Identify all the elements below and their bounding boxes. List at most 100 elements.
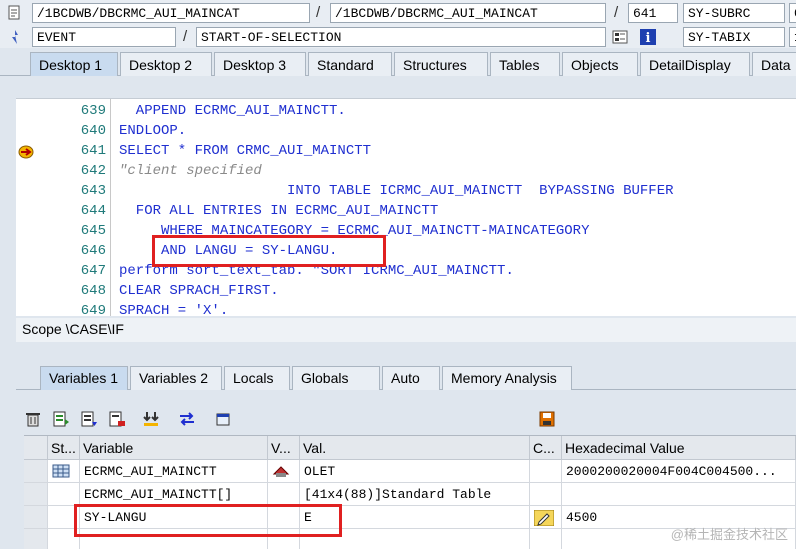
header-row-program: /1BCDWB/DBCRMC_AUI_MAINCAT / /1BCDWB/DBC… xyxy=(0,0,796,24)
line-number-field[interactable]: 641 xyxy=(628,3,678,23)
header-row-event: EVENT / START-OF-SELECTION i SY-TABIX 1 xyxy=(0,24,796,48)
tab-desktop-2[interactable]: Desktop 2 xyxy=(120,52,212,76)
line-number: 641 xyxy=(80,143,106,159)
info-icon[interactable]: i xyxy=(640,29,656,46)
gutter-divider xyxy=(110,99,111,316)
column-header-v[interactable]: V... xyxy=(268,436,300,460)
highlight-box-langu-condition xyxy=(152,235,386,267)
code-line: SPRACH = 'X'. xyxy=(119,303,229,316)
line-number: 649 xyxy=(80,303,106,316)
column-header-status[interactable]: St... xyxy=(48,436,80,460)
hex-value-cell[interactable]: 2000200020004F004C004500... xyxy=(562,460,796,483)
include-field[interactable]: /1BCDWB/DBCRMC_AUI_MAINCAT xyxy=(330,3,606,23)
separator-slash: / xyxy=(183,28,188,45)
source-code-editor[interactable]: 639 640 641 642 643 644 645 646 647 648 … xyxy=(16,98,796,316)
column-header-variable[interactable]: Variable xyxy=(80,436,268,460)
event-icon xyxy=(8,29,22,45)
desktop-tab-strip: Desktop 1 Desktop 2 Desktop 3 Standard S… xyxy=(0,50,796,76)
line-number: 645 xyxy=(80,223,106,239)
variables-tab-strip: Variables 1 Variables 2 Locals Globals A… xyxy=(16,364,796,390)
tab-detail-display[interactable]: DetailDisplay xyxy=(640,52,750,76)
column-header-value[interactable]: Val. xyxy=(300,436,530,460)
code-line: INTO TABLE ICRMC_AUI_MAINCTT BYPASSING B… xyxy=(119,183,674,199)
row-selector[interactable] xyxy=(24,529,48,549)
tab-objects[interactable]: Objects xyxy=(562,52,638,76)
code-line: SELECT * FROM CRMC_AUI_MAINCTT xyxy=(119,143,372,159)
tab-desktop-3[interactable]: Desktop 3 xyxy=(214,52,306,76)
event-name-field[interactable]: START-OF-SELECTION xyxy=(196,27,606,47)
code-line: ENDLOOP. xyxy=(119,123,187,139)
swap-icon[interactable] xyxy=(178,410,198,430)
hex-value-cell[interactable] xyxy=(562,483,796,506)
structure-view-icon[interactable] xyxy=(272,466,290,482)
program-icon xyxy=(8,5,22,21)
save-variables-icon[interactable] xyxy=(80,410,100,430)
save-icon[interactable] xyxy=(538,410,558,430)
row-selector[interactable] xyxy=(24,506,48,529)
debugger-window: /1BCDWB/DBCRMC_AUI_MAINCAT / /1BCDWB/DBC… xyxy=(0,0,796,549)
delete-icon[interactable] xyxy=(24,410,44,430)
table-status-cell xyxy=(48,460,80,483)
separator-slash: / xyxy=(614,4,619,21)
clear-variables-icon[interactable] xyxy=(108,410,128,430)
tab-data[interactable]: Data xyxy=(752,52,796,76)
column-header-select[interactable] xyxy=(24,436,48,460)
line-number: 640 xyxy=(80,123,106,139)
change-cell[interactable] xyxy=(530,506,562,529)
tab-variables-2[interactable]: Variables 2 xyxy=(130,366,222,390)
table-status-cell xyxy=(48,483,80,506)
value-type-cell[interactable] xyxy=(268,460,300,483)
sy-tabix-field[interactable]: SY-TABIX xyxy=(683,27,785,47)
tab-globals[interactable]: Globals xyxy=(292,366,380,390)
variable-name-cell[interactable]: ECRMC_AUI_MAINCTT xyxy=(80,460,268,483)
column-header-change[interactable]: C... xyxy=(530,436,562,460)
line-number: 639 xyxy=(80,103,106,119)
tab-tables[interactable]: Tables xyxy=(490,52,560,76)
empty-cell xyxy=(530,529,562,549)
column-header-hex[interactable]: Hexadecimal Value xyxy=(562,436,796,460)
watermark: @稀土掘金技术社区 xyxy=(670,527,788,542)
change-cell[interactable] xyxy=(530,483,562,506)
row-selector[interactable] xyxy=(24,483,48,506)
variable-value-cell[interactable]: OLET xyxy=(300,460,530,483)
row-selector[interactable] xyxy=(24,460,48,483)
tab-auto[interactable]: Auto xyxy=(382,366,440,390)
value-type-cell[interactable] xyxy=(268,483,300,506)
scope-label: Scope \CASE\IF xyxy=(16,318,796,342)
svg-text:i: i xyxy=(646,31,651,45)
variable-value-cell[interactable]: [41x4(88)]Standard Table xyxy=(300,483,530,506)
line-number: 642 xyxy=(80,163,106,179)
code-line-comment: "client specified xyxy=(119,163,262,179)
tab-standard[interactable]: Standard xyxy=(308,52,392,76)
tab-memory-analysis[interactable]: Memory Analysis xyxy=(442,366,572,390)
load-variables-icon[interactable] xyxy=(52,410,72,430)
tab-desktop-1[interactable]: Desktop 1 xyxy=(30,52,118,76)
separator-slash: / xyxy=(316,4,321,21)
line-number: 648 xyxy=(80,283,106,299)
current-statement-icon xyxy=(18,145,34,162)
tab-locals[interactable]: Locals xyxy=(224,366,290,390)
program-field[interactable]: /1BCDWB/DBCRMC_AUI_MAINCAT xyxy=(32,3,310,23)
sy-subrc-value: 0 xyxy=(789,3,796,23)
edit-pencil-icon[interactable] xyxy=(533,509,555,528)
table-icon xyxy=(52,464,70,482)
line-number: 643 xyxy=(80,183,106,199)
tab-variables-1[interactable]: Variables 1 xyxy=(40,366,128,390)
structure-icon[interactable] xyxy=(612,29,628,45)
variable-name-cell[interactable]: ECRMC_AUI_MAINCTT[] xyxy=(80,483,268,506)
tab-structures[interactable]: Structures xyxy=(394,52,488,76)
code-line: FOR ALL ENTRIES IN ECRMC_AUI_MAINCTT xyxy=(119,203,439,219)
line-number: 647 xyxy=(80,263,106,279)
event-type-field[interactable]: EVENT xyxy=(32,27,176,47)
line-number: 646 xyxy=(80,243,106,259)
code-line: APPEND ECRMC_AUI_MAINCTT. xyxy=(119,103,346,119)
sy-tabix-value: 1 xyxy=(789,27,796,47)
breakpoint-gutter[interactable] xyxy=(16,99,36,316)
change-cell[interactable] xyxy=(530,460,562,483)
sy-subrc-field[interactable]: SY-SUBRC xyxy=(683,3,785,23)
line-number: 644 xyxy=(80,203,106,219)
highlight-box-sy-langu xyxy=(74,504,342,537)
window-icon[interactable] xyxy=(214,410,234,430)
transfer-icon[interactable] xyxy=(142,410,162,430)
code-line: CLEAR SPRACH_FIRST. xyxy=(119,283,279,299)
